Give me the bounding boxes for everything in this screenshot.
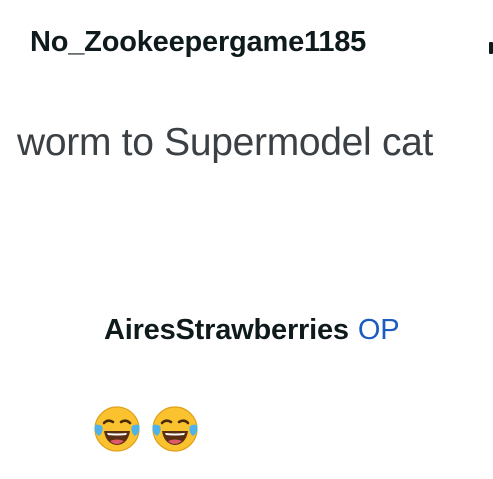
face-with-tears-of-joy-icon (150, 404, 200, 454)
reply-body-emojis (92, 404, 200, 454)
cut-off-edge-glyph (489, 42, 493, 54)
reply-header: AiresStrawberries OP (104, 309, 400, 351)
op-badge: OP (357, 314, 400, 346)
comment-author-username[interactable]: No_Zookeepergame1185 (30, 22, 366, 62)
reply-author-username[interactable]: AiresStrawberries (104, 314, 349, 346)
comment-body-text: worm to Supermodel cat (17, 121, 434, 164)
face-with-tears-of-joy-icon (92, 404, 142, 454)
